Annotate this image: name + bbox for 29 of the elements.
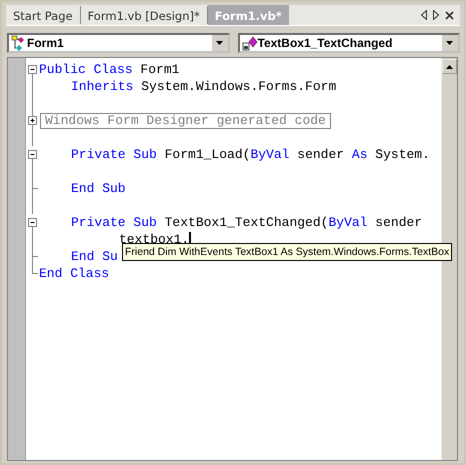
fold-line: [32, 231, 33, 248]
code-line: End Class: [39, 266, 110, 281]
collapsed-region[interactable]: Windows Form Designer generated code: [40, 112, 331, 128]
fold-end-line: [32, 180, 38, 197]
tooltip: Friend Dim WithEvents TextBox1 As System.Windows.Forms.TextBox: [122, 243, 452, 261]
method-dropdown[interactable]: TextBox1_TextChanged: [238, 33, 460, 53]
expand-icon[interactable]: [28, 112, 37, 129]
document-tab[interactable]: Start Page: [6, 6, 81, 24]
fold-line: [32, 129, 33, 146]
fold-line: [32, 163, 33, 180]
code-line: Public Class Form1: [39, 62, 180, 77]
scroll-up-icon[interactable]: [446, 64, 453, 68]
class-dropdown[interactable]: Form1: [7, 33, 230, 53]
class-icon: [11, 35, 27, 51]
code-line: Private Sub Form1_Load(ByVal sender As System.: [71, 147, 430, 162]
collapse-icon[interactable]: [28, 150, 37, 163]
dropdown-arrow-icon[interactable]: [446, 40, 454, 46]
fold-line: [32, 197, 33, 214]
collapse-icon[interactable]: [28, 218, 37, 231]
dropdown-arrow-icon[interactable]: [216, 40, 224, 46]
method-icon: [242, 35, 258, 51]
code-line: Private Sub TextBox1_TextChanged(ByVal sender: [71, 215, 424, 230]
code-line: End Sub: [71, 181, 126, 196]
scroll-left-icon[interactable]: [421, 10, 427, 20]
scroll-right-icon[interactable]: [433, 10, 439, 20]
code-line: Inherits System.Windows.Forms.Form: [71, 79, 336, 94]
close-icon[interactable]: [445, 10, 454, 20]
code-line: End Su: [71, 249, 118, 264]
collapse-icon[interactable]: [28, 65, 37, 78]
